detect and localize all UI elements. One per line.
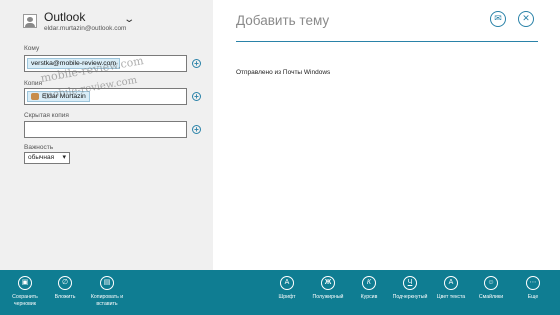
contact-picture-icon <box>31 93 39 100</box>
text-color-icon: A <box>444 276 458 290</box>
emoji-label: Смайлики <box>478 294 504 300</box>
smiley-icon: ☺ <box>484 276 498 290</box>
italic-label: Курсив <box>360 294 378 300</box>
underline-button[interactable]: Ч Подчеркнутый <box>390 276 430 301</box>
text-color-label: Цвет текста <box>436 294 466 300</box>
importance-value: обычная <box>28 154 55 161</box>
save-draft-label: Сохранить черновик <box>12 294 38 307</box>
close-button[interactable]: ✕ <box>518 11 534 27</box>
send-icon: ✉ <box>494 13 502 23</box>
bcc-label: Скрытая копия <box>24 112 69 119</box>
bcc-field[interactable] <box>24 121 187 138</box>
more-icon: ⋯ <box>526 276 540 290</box>
emoji-button[interactable]: ☺ Смайлики <box>471 276 511 301</box>
add-bcc-contact-button[interactable]: + <box>192 125 201 134</box>
underline-icon: Ч <box>403 276 417 290</box>
cc-field[interactable]: Eldar Murtazin <box>24 88 187 105</box>
attach-label: Вложить <box>54 294 76 300</box>
cc-recipient-chip[interactable]: Eldar Murtazin <box>27 91 90 102</box>
subject-input[interactable]: Добавить тему <box>236 13 329 28</box>
chevron-down-icon: ▾ <box>62 154 66 161</box>
add-to-contact-button[interactable]: + <box>192 59 201 68</box>
to-recipient-chip[interactable]: verstka@mobile-review.com <box>27 58 121 69</box>
bold-icon: Ж <box>321 276 335 290</box>
send-button[interactable]: ✉ <box>490 11 506 27</box>
font-button[interactable]: A Шрифт <box>267 276 307 301</box>
close-icon: ✕ <box>522 13 530 23</box>
text-color-button[interactable]: A Цвет текста <box>431 276 471 301</box>
to-recipient-text: verstka@mobile-review.com <box>31 60 117 67</box>
underline-label: Подчеркнутый <box>392 294 428 300</box>
save-draft-button[interactable]: ▣ Сохранить черновик <box>5 276 45 307</box>
cc-recipient-text: Eldar Murtazin <box>42 93 86 100</box>
bold-button[interactable]: Ж Полужирный <box>308 276 348 301</box>
to-label: Кому <box>24 45 40 52</box>
importance-label: Важность <box>24 144 54 151</box>
save-icon: ▣ <box>18 276 32 290</box>
chevron-down-icon[interactable]: ⌄ <box>123 14 135 25</box>
more-button[interactable]: ⋯ Еще <box>513 276 553 301</box>
importance-select[interactable]: обычная ▾ <box>24 152 70 164</box>
more-label: Еще <box>527 294 539 300</box>
message-body[interactable]: Отправлено из Почты Windows <box>236 69 330 76</box>
avatar-icon <box>23 14 37 28</box>
bold-label: Полужирный <box>312 294 344 300</box>
account-switcher[interactable]: Outlook eldar.murtazin@outlook.com <box>23 11 126 37</box>
account-info: Outlook eldar.murtazin@outlook.com <box>44 11 126 34</box>
clipboard-icon: ▤ <box>100 276 114 290</box>
font-label: Шрифт <box>278 294 296 300</box>
to-field[interactable]: verstka@mobile-review.com <box>24 55 187 72</box>
account-name: Outlook <box>44 10 86 24</box>
copy-paste-label: Копировать и вставить <box>90 294 124 307</box>
attach-button[interactable]: ∅ Вложить <box>45 276 85 301</box>
font-icon: A <box>280 276 294 290</box>
account-email: eldar.murtazin@outlook.com <box>44 25 127 32</box>
paperclip-icon: ∅ <box>58 276 72 290</box>
cc-label: Копия <box>24 80 43 87</box>
add-cc-contact-button[interactable]: + <box>192 92 201 101</box>
italic-icon: К <box>362 276 376 290</box>
copy-paste-button[interactable]: ▤ Копировать и вставить <box>87 276 127 307</box>
subject-underline <box>236 41 538 42</box>
italic-button[interactable]: К Курсив <box>349 276 389 301</box>
